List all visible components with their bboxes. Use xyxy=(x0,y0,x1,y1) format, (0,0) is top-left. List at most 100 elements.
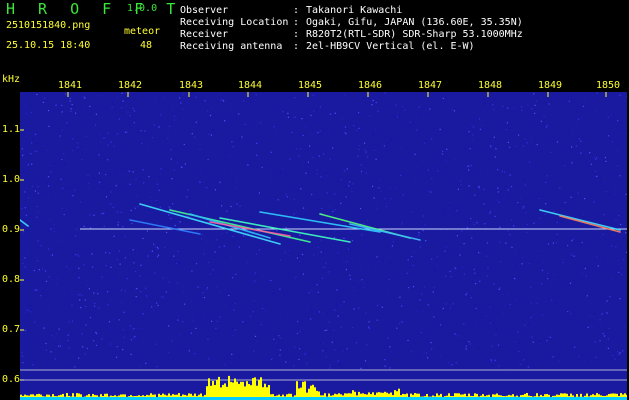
noise-dot xyxy=(214,189,217,191)
noise-dot xyxy=(522,207,524,209)
noise-dot xyxy=(298,155,300,157)
noise-dot xyxy=(302,161,304,163)
noise-dot xyxy=(569,282,572,284)
noise-dot xyxy=(461,267,463,269)
noise-dot xyxy=(255,94,257,96)
noise-dot xyxy=(564,201,566,204)
noise-dot xyxy=(526,223,528,226)
noise-dot xyxy=(200,238,203,240)
noise-dot xyxy=(356,129,358,131)
noise-dot xyxy=(461,230,463,232)
noise-dot xyxy=(333,329,335,331)
noise-dot xyxy=(399,296,401,298)
noise-dot xyxy=(381,306,383,308)
noise-dot xyxy=(150,250,152,253)
noise-dot xyxy=(182,108,184,110)
noise-dot xyxy=(23,219,25,221)
noise-dot xyxy=(427,169,429,171)
noise-dot xyxy=(594,341,596,343)
noise-dot xyxy=(619,175,621,177)
noise-dot xyxy=(494,215,496,217)
noise-dot xyxy=(599,319,601,321)
noise-dot xyxy=(556,221,558,224)
noise-dot xyxy=(540,222,542,224)
noise-dot xyxy=(517,364,519,366)
noise-dot xyxy=(95,223,97,225)
noise-dot xyxy=(80,307,82,309)
noise-dot xyxy=(85,135,87,137)
noise-dot xyxy=(103,225,105,227)
noise-dot xyxy=(490,146,492,148)
noise-dot xyxy=(335,230,337,232)
noise-dot xyxy=(375,101,377,104)
noise-dot xyxy=(431,178,433,180)
noise-dot xyxy=(133,262,135,264)
noise-dot xyxy=(261,308,263,310)
noise-dot xyxy=(121,107,123,109)
noise-dot xyxy=(530,355,532,357)
noise-dot xyxy=(567,311,569,313)
noise-dot xyxy=(316,284,318,286)
noise-dot xyxy=(210,134,213,136)
noise-dot xyxy=(626,152,627,154)
noise-dot xyxy=(218,246,220,248)
noise-dot xyxy=(489,211,492,213)
noise-dot xyxy=(542,261,544,263)
noise-dot xyxy=(84,299,86,301)
noise-dot xyxy=(317,199,320,201)
noise-dot xyxy=(99,134,101,136)
noise-dot xyxy=(48,248,50,250)
noise-dot xyxy=(264,331,267,333)
noise-dot xyxy=(140,177,142,179)
noise-dot xyxy=(520,363,522,365)
noise-dot xyxy=(134,335,136,338)
noise-dot xyxy=(503,305,505,307)
noise-dot xyxy=(603,335,606,337)
noise-dot xyxy=(544,300,546,303)
noise-dot xyxy=(494,156,496,158)
noise-dot xyxy=(532,323,534,325)
noise-dot xyxy=(61,111,63,113)
noise-dot xyxy=(539,217,541,219)
noise-dot xyxy=(99,147,101,149)
noise-dot xyxy=(387,337,389,339)
noise-dot xyxy=(442,307,444,310)
noise-dot xyxy=(378,187,380,189)
noise-dot xyxy=(294,346,296,348)
noise-dot xyxy=(316,109,318,111)
noise-dot xyxy=(324,329,326,332)
noise-dot xyxy=(343,301,345,303)
noise-dot xyxy=(34,321,36,323)
noise-dot xyxy=(75,253,77,256)
noise-dot xyxy=(421,293,423,295)
noise-dot xyxy=(86,284,88,286)
noise-dot xyxy=(350,231,352,233)
noise-dot xyxy=(603,214,605,216)
noise-dot xyxy=(536,144,538,146)
noise-dot xyxy=(481,149,483,151)
noise-dot xyxy=(89,317,92,319)
noise-dot xyxy=(571,252,573,254)
noise-dot xyxy=(422,230,424,232)
noise-dot xyxy=(93,292,95,294)
noise-dot xyxy=(282,167,284,170)
noise-dot xyxy=(98,181,101,183)
noise-dot xyxy=(24,191,26,193)
noise-dot xyxy=(524,184,526,186)
noise-dot xyxy=(157,256,159,258)
noise-dot xyxy=(69,100,71,102)
noise-dot xyxy=(427,304,429,306)
noise-dot xyxy=(162,277,164,279)
noise-dot xyxy=(89,105,91,107)
noise-dot xyxy=(351,191,353,193)
noise-dot xyxy=(328,271,330,273)
noise-dot xyxy=(547,278,549,280)
noise-dot xyxy=(497,142,499,144)
noise-dot xyxy=(168,125,171,127)
noise-dot xyxy=(352,283,354,285)
noise-dot xyxy=(25,300,27,302)
noise-dot xyxy=(526,142,528,144)
noise-dot xyxy=(226,210,228,212)
noise-dot xyxy=(340,367,342,369)
noise-dot xyxy=(77,254,79,256)
